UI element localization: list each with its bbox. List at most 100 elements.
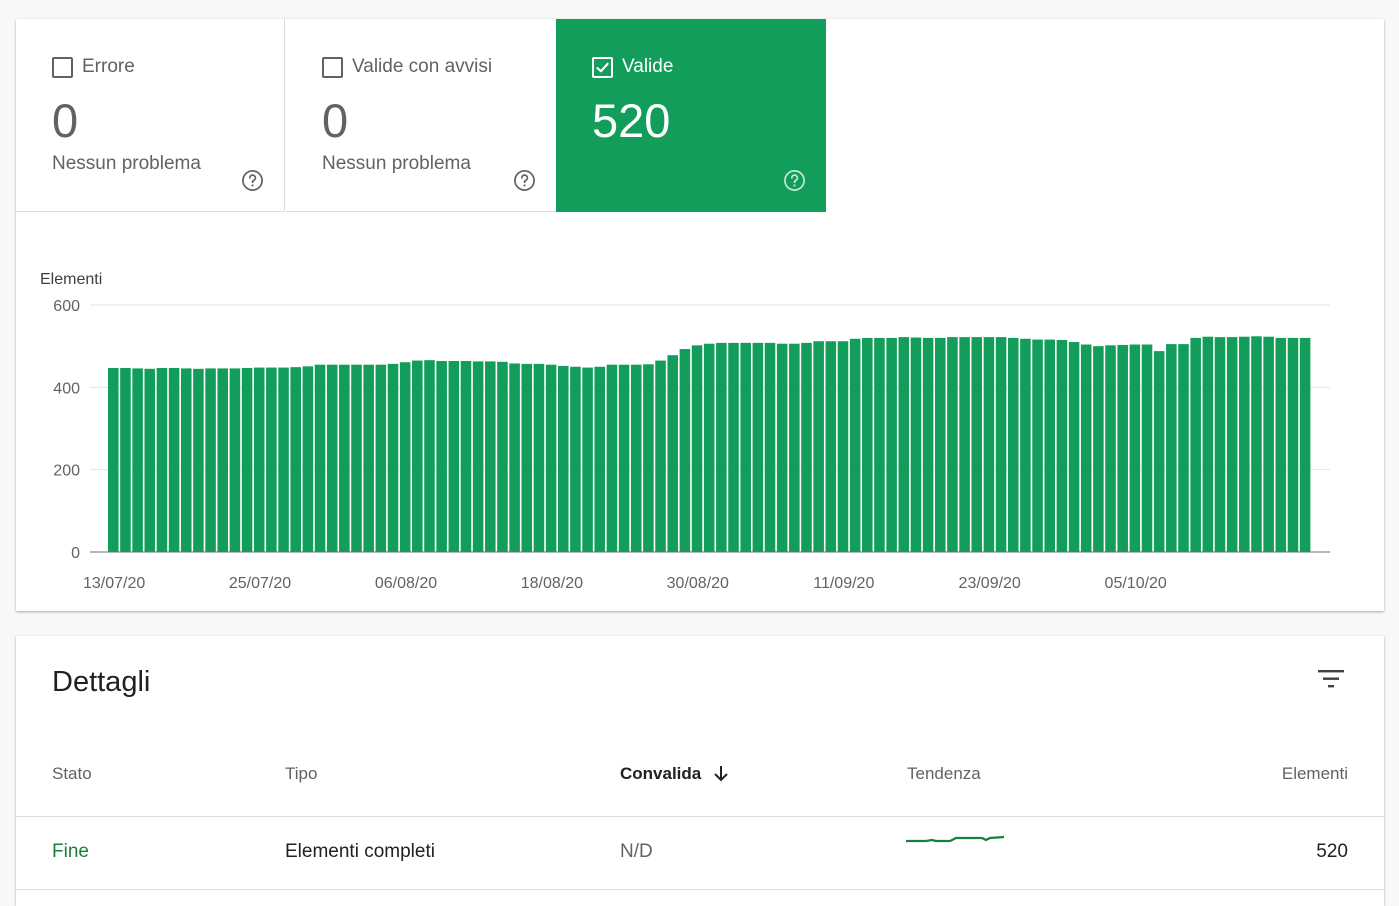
- chart-bar[interactable]: [485, 361, 496, 552]
- chart-bar[interactable]: [934, 337, 946, 552]
- chart-bar[interactable]: [521, 363, 533, 552]
- chart-bar[interactable]: [971, 337, 983, 552]
- chart-bar[interactable]: [1299, 337, 1311, 552]
- chart-bar[interactable]: [1178, 344, 1189, 552]
- chart-bar[interactable]: [995, 337, 1007, 552]
- chart-bar[interactable]: [1056, 339, 1068, 552]
- chart-bar[interactable]: [1093, 346, 1104, 552]
- help-icon[interactable]: [241, 169, 264, 192]
- chart-bar[interactable]: [217, 368, 229, 552]
- chart-bar[interactable]: [655, 360, 666, 552]
- chart-bar[interactable]: [679, 349, 691, 552]
- chart-bar[interactable]: [764, 342, 776, 552]
- chart-bar[interactable]: [1032, 339, 1043, 552]
- chart-bar[interactable]: [813, 341, 824, 552]
- help-icon[interactable]: [783, 169, 806, 192]
- chart-bar[interactable]: [618, 364, 630, 552]
- chart-bar[interactable]: [643, 364, 654, 552]
- chart-bar[interactable]: [1166, 344, 1177, 552]
- chart-bar[interactable]: [180, 368, 192, 552]
- chart-bar[interactable]: [448, 360, 460, 552]
- chart-bar[interactable]: [716, 342, 727, 552]
- chart-bar[interactable]: [339, 364, 350, 552]
- chart-bar[interactable]: [898, 337, 910, 552]
- warnings-checkbox[interactable]: [322, 56, 343, 78]
- chart-bar[interactable]: [1117, 344, 1128, 552]
- chart-bar[interactable]: [424, 360, 435, 552]
- chart-bar[interactable]: [144, 368, 156, 552]
- chart-bar[interactable]: [363, 364, 374, 552]
- chart-bar[interactable]: [667, 355, 678, 552]
- chart-bar[interactable]: [241, 367, 253, 552]
- chart-bar[interactable]: [1251, 336, 1262, 552]
- chart-bar[interactable]: [302, 366, 314, 552]
- chart-bar[interactable]: [412, 360, 423, 552]
- chart-bar[interactable]: [1190, 337, 1201, 552]
- filter-icon[interactable]: [1316, 666, 1346, 692]
- chart-bar[interactable]: [472, 361, 484, 552]
- chart-bar[interactable]: [691, 345, 703, 552]
- column-header-items[interactable]: Elementi: [1282, 764, 1348, 784]
- column-header-trend[interactable]: Tendenza: [907, 764, 981, 784]
- chart-bar[interactable]: [728, 342, 739, 552]
- chart-bar[interactable]: [1129, 344, 1141, 552]
- chart-bar[interactable]: [959, 337, 970, 552]
- chart-bar[interactable]: [776, 343, 788, 552]
- tile-valid[interactable]: Valide 520: [556, 19, 826, 212]
- chart-bar[interactable]: [1226, 337, 1238, 552]
- chart-bar[interactable]: [1202, 336, 1214, 552]
- chart-bar[interactable]: [703, 343, 715, 552]
- chart-bar[interactable]: [1275, 337, 1287, 552]
- valid-checkbox[interactable]: [592, 56, 613, 78]
- chart-bar[interactable]: [862, 337, 873, 552]
- chart-bar[interactable]: [253, 367, 265, 552]
- chart-bar[interactable]: [266, 367, 277, 552]
- chart-bar[interactable]: [606, 364, 618, 552]
- chart-bar[interactable]: [193, 368, 204, 552]
- chart-bar[interactable]: [849, 338, 861, 552]
- chart-bar[interactable]: [1214, 337, 1226, 552]
- chart-bar[interactable]: [594, 366, 606, 552]
- chart-bar[interactable]: [399, 362, 411, 552]
- chart-bar[interactable]: [1263, 336, 1274, 552]
- chart-bar[interactable]: [120, 367, 131, 552]
- chart-bar[interactable]: [1153, 351, 1165, 552]
- chart-bar[interactable]: [1105, 345, 1116, 552]
- chart-bar[interactable]: [922, 337, 934, 552]
- chart-bar[interactable]: [947, 337, 958, 552]
- chart-bar[interactable]: [1068, 342, 1080, 552]
- chart-bar[interactable]: [1141, 344, 1153, 552]
- chart-bar[interactable]: [789, 343, 800, 552]
- chart-bar[interactable]: [375, 364, 387, 552]
- column-header-status[interactable]: Stato: [52, 764, 92, 784]
- chart-bar[interactable]: [557, 365, 569, 552]
- chart-bar[interactable]: [801, 342, 812, 552]
- chart-bar[interactable]: [837, 341, 849, 552]
- chart-bar[interactable]: [1044, 339, 1055, 552]
- chart-bar[interactable]: [545, 364, 557, 552]
- chart-bar[interactable]: [278, 367, 289, 552]
- chart-bar[interactable]: [205, 368, 216, 552]
- chart-bar[interactable]: [825, 341, 837, 552]
- chart-bar[interactable]: [1007, 337, 1019, 552]
- chart-bar[interactable]: [1239, 336, 1250, 552]
- chart-bar[interactable]: [497, 361, 508, 552]
- chart-bar[interactable]: [132, 368, 143, 552]
- chart-bar[interactable]: [1287, 337, 1299, 552]
- chart-bar[interactable]: [229, 368, 241, 552]
- chart-bar[interactable]: [740, 342, 751, 552]
- chart-bar[interactable]: [582, 367, 593, 552]
- chart-bar[interactable]: [1080, 344, 1092, 552]
- column-header-type[interactable]: Tipo: [285, 764, 317, 784]
- chart-bar[interactable]: [168, 367, 180, 552]
- chart-bar[interactable]: [1020, 338, 1031, 552]
- chart-bar[interactable]: [108, 367, 119, 552]
- chart-bar[interactable]: [533, 363, 545, 552]
- chart-bar[interactable]: [886, 337, 897, 552]
- tile-warnings[interactable]: Valide con avvisi 0 Nessun problema: [286, 19, 556, 212]
- chart-bar[interactable]: [460, 360, 472, 552]
- chart-bar[interactable]: [156, 367, 168, 552]
- chart-bar[interactable]: [752, 342, 764, 552]
- chart-bar[interactable]: [387, 363, 399, 552]
- chart-bar[interactable]: [290, 367, 301, 552]
